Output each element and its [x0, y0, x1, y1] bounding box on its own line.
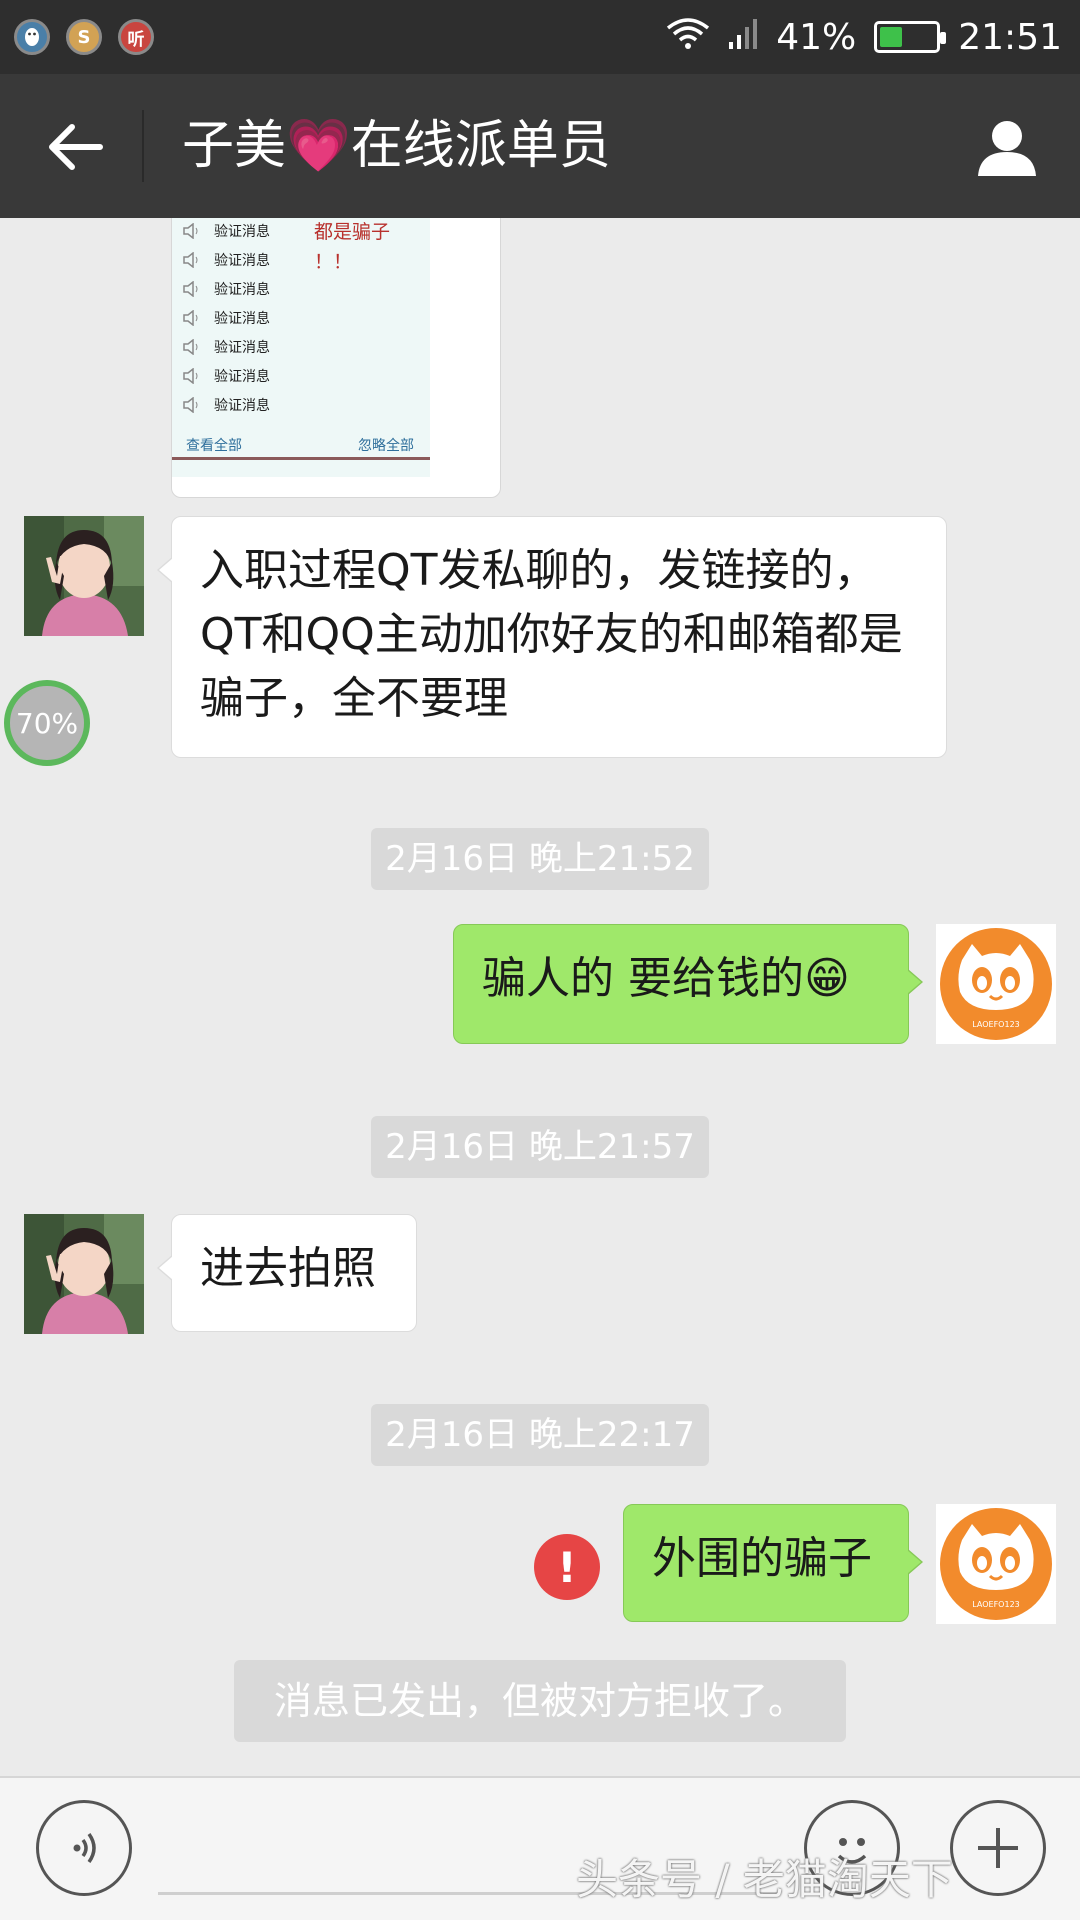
arrow-left-icon [49, 124, 103, 170]
verify-row: 验证消息 [182, 308, 270, 328]
more-button[interactable] [950, 1800, 1046, 1896]
listen-app-icon: 听 [118, 19, 154, 55]
chat-area[interactable]: 验证消息 验证消息 验证消息 验证消息 验证消息 验证消息 验证消息 都是骗子 … [0, 218, 1080, 1776]
screenshot-image: 验证消息 验证消息 验证消息 验证消息 验证消息 验证消息 验证消息 都是骗子 … [172, 218, 430, 477]
back-button[interactable] [40, 112, 110, 182]
status-bar: S 听 41% 21:51 [0, 0, 1080, 74]
verify-row: 验证消息 [182, 221, 270, 241]
profile-button[interactable] [972, 112, 1042, 182]
speaker-icon [183, 281, 198, 297]
contact-avatar[interactable] [24, 516, 144, 636]
status-time: 21:51 [958, 16, 1062, 58]
verify-row: 验证消息 [182, 250, 270, 270]
svg-text:LAOEFO123: LAOEFO123 [972, 1600, 1020, 1609]
verify-row: 验证消息 [182, 366, 270, 386]
rejected-notice: 消息已发出，但被对方拒收了。 [234, 1660, 846, 1742]
verify-row: 验证消息 [182, 395, 270, 415]
svg-text:LAOEFO123: LAOEFO123 [972, 1020, 1020, 1029]
message-bubble-received[interactable]: 入职过程QT发私聊的，发链接的，QT和QQ主动加你好友的和邮箱都是骗子，全不要理 [157, 516, 947, 758]
my-avatar[interactable]: LAOEFO123 [936, 924, 1056, 1044]
voice-progress-badge: 70% [4, 680, 90, 766]
voice-icon [73, 1832, 96, 1864]
ignore-all-link: 忽略全部 [358, 438, 414, 454]
speaker-icon [183, 339, 198, 355]
girl-photo [24, 1214, 144, 1334]
view-all-link: 查看全部 [186, 438, 242, 454]
send-failed-icon[interactable]: ! [534, 1534, 600, 1600]
image-message[interactable]: 验证消息 验证消息 验证消息 验证消息 验证消息 验证消息 验证消息 都是骗子 … [171, 218, 501, 498]
message-bubble-sent[interactable]: 外围的骗子 [623, 1504, 923, 1622]
signal-icon [728, 16, 758, 59]
speaker-icon [183, 252, 198, 268]
cat-logo-icon: LAOEFO123 [940, 1508, 1052, 1620]
image-bottom-bar [172, 457, 430, 460]
header-divider [142, 110, 144, 182]
wifi-icon [666, 16, 710, 59]
message-bubble-sent[interactable]: 骗人的 要给钱的😁 [453, 924, 923, 1044]
s-app-icon: S [66, 19, 102, 55]
chat-title: 子美💗在线派单员 [182, 116, 611, 176]
girl-photo [24, 516, 144, 636]
speaker-icon [183, 397, 198, 413]
cat-logo-icon: LAOEFO123 [940, 928, 1052, 1040]
speaker-icon [183, 310, 198, 326]
message-bubble-received[interactable]: 进去拍照 [157, 1214, 417, 1332]
qq-icon [14, 19, 50, 55]
battery-fill [880, 27, 903, 47]
contact-avatar[interactable] [24, 1214, 144, 1334]
speaker-icon [183, 223, 198, 239]
chat-header: 子美💗在线派单员 [0, 74, 1080, 218]
my-avatar[interactable]: LAOEFO123 [936, 1504, 1056, 1624]
battery-icon [874, 21, 947, 53]
speaker-icon [183, 368, 198, 384]
verify-row: 验证消息 [182, 337, 270, 357]
voice-mode-button[interactable] [36, 1800, 132, 1896]
timestamp: 2月16日 晚上21:52 [371, 828, 709, 890]
plus-icon [978, 1828, 1018, 1868]
timestamp: 2月16日 晚上21:57 [371, 1116, 709, 1178]
person-icon [978, 121, 1036, 176]
watermark: 头条号 / 老猫淘天下 [576, 1855, 953, 1904]
verify-row: 验证消息 [182, 279, 270, 299]
timestamp: 2月16日 晚上22:17 [371, 1404, 709, 1466]
warning-text: 都是骗子 ！！ [314, 221, 391, 273]
battery-percent: 41% [776, 16, 857, 58]
